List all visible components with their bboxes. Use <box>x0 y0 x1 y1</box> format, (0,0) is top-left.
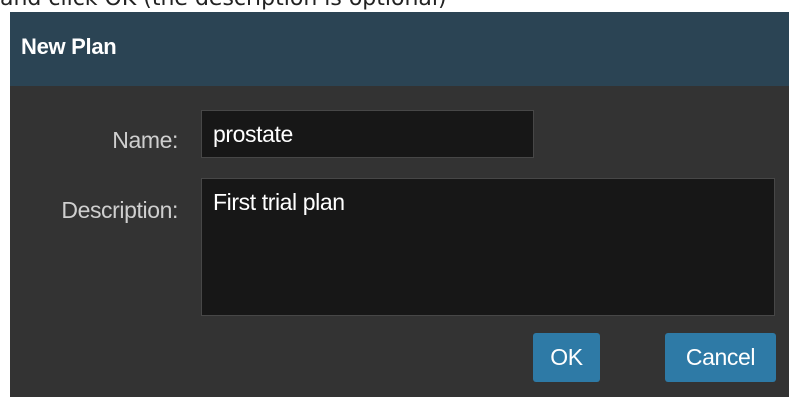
ok-button[interactable]: OK <box>533 333 600 382</box>
instruction-caption: and click OK (the description is optiona… <box>0 0 798 12</box>
description-label: Description: <box>61 197 178 223</box>
instruction-caption-text: and click OK (the description is optiona… <box>0 0 447 12</box>
description-input[interactable]: First trial plan <box>201 178 775 316</box>
dialog-title: New Plan <box>21 34 117 59</box>
cancel-button[interactable]: Cancel <box>665 333 776 382</box>
new-plan-dialog: New Plan Name: Description: First trial … <box>10 12 789 397</box>
name-input[interactable] <box>201 110 534 158</box>
dialog-titlebar: New Plan <box>10 12 789 86</box>
name-label: Name: <box>112 127 178 153</box>
